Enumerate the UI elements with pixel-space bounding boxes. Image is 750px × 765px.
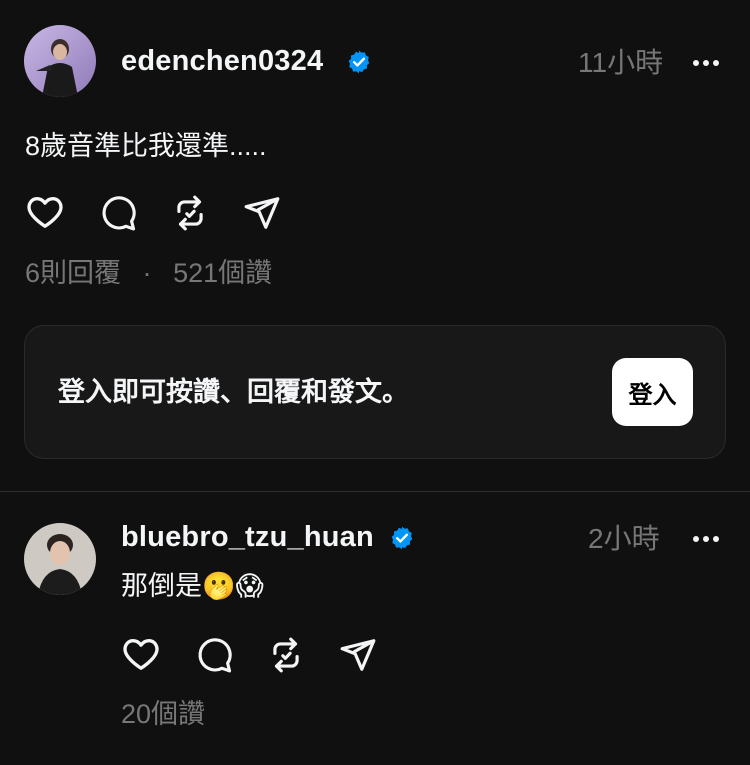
- reply-likes-count[interactable]: 20個讚: [121, 697, 205, 731]
- share-icon[interactable]: [338, 636, 378, 674]
- post-username[interactable]: edenchen0324: [121, 44, 323, 78]
- reply-emojis: 🫢😱: [202, 571, 264, 601]
- verified-badge-icon: [346, 49, 372, 75]
- section-divider: [0, 491, 750, 492]
- replies-count[interactable]: 6則回覆: [25, 258, 121, 288]
- comment-icon[interactable]: [194, 636, 234, 674]
- post-timestamp: 11小時: [578, 47, 664, 78]
- likes-count[interactable]: 521個讚: [173, 258, 272, 288]
- post-stats: 6則回覆 · 521個讚: [25, 256, 272, 290]
- reply-text-body: 那倒是: [121, 571, 202, 601]
- share-icon[interactable]: [242, 194, 282, 232]
- comment-icon[interactable]: [98, 194, 138, 232]
- repost-icon[interactable]: [170, 194, 210, 232]
- login-prompt-text: 登入即可按讚、回覆和發文。: [58, 377, 409, 407]
- more-options-icon[interactable]: [692, 529, 720, 549]
- verified-badge-icon: [389, 525, 415, 551]
- login-button[interactable]: 登入: [612, 358, 693, 426]
- heart-icon[interactable]: [120, 634, 162, 674]
- stats-separator: ·: [142, 258, 152, 288]
- heart-icon[interactable]: [24, 192, 66, 232]
- post-author-avatar[interactable]: [24, 25, 96, 97]
- reply-timestamp: 2小時: [588, 523, 660, 554]
- reply-username[interactable]: bluebro_tzu_huan: [121, 520, 374, 554]
- reply-text: 那倒是🫢😱: [121, 568, 264, 604]
- reply-author-avatar[interactable]: [24, 523, 96, 595]
- more-options-icon[interactable]: [692, 53, 720, 73]
- post-text: 8歲音準比我還準.....: [25, 131, 267, 161]
- login-prompt-card: 登入即可按讚、回覆和發文。 登入: [24, 325, 726, 459]
- repost-icon[interactable]: [266, 636, 306, 674]
